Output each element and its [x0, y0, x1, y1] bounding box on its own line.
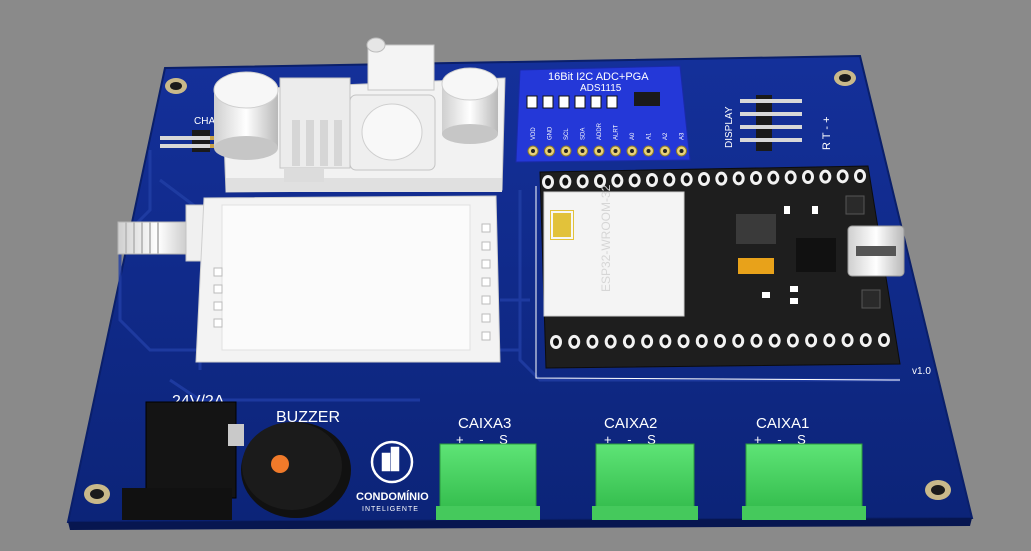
esp32-header-pin-hole — [844, 336, 851, 345]
esp32-header-pin-hole — [735, 174, 742, 183]
display-label: DISPLAY — [724, 106, 735, 148]
ads-title-line2: ADS1115 — [580, 83, 622, 94]
ads-pin-hole — [547, 149, 552, 153]
esp32-header-pin-hole — [718, 174, 725, 183]
ads-pin-hole — [646, 149, 651, 153]
terminal-block-caixa1[interactable] — [742, 443, 866, 520]
terminal-block-caixa3[interactable] — [436, 443, 540, 520]
esp32-header-pin-hole — [717, 337, 723, 345]
ads-pin-label: A3 — [680, 132, 686, 140]
esp32-header-pin-hole — [545, 178, 551, 186]
capacitor-left — [213, 71, 279, 160]
esp32-header-pin-hole — [571, 337, 578, 346]
esp32-header-pin-hole — [631, 176, 638, 185]
esp32-header-pin-hole — [787, 173, 794, 182]
esp32-header-pin-hole — [625, 337, 632, 346]
ads-pin-label: A0 — [630, 132, 636, 140]
esp32-header-pin-hole — [862, 336, 869, 345]
esp32-header-pin-hole — [839, 172, 846, 181]
ads-pin-hole — [663, 149, 667, 153]
ads-pin-label: VDD — [531, 127, 537, 140]
esp32-header-pin-hole — [607, 337, 614, 346]
caixa1-label: CAIXA1 — [756, 415, 809, 432]
ads-title-line1: 16Bit I2C ADC+PGA — [548, 71, 649, 83]
esp32-header-pin-hole — [562, 177, 569, 186]
esp32-header-pin-hole — [805, 173, 811, 181]
ads-pin-label: ADDR — [597, 122, 603, 140]
ads-pin-label: SCL — [564, 128, 570, 140]
display-pin-labels: R T - + — [821, 116, 833, 150]
ads-pin-label: A2 — [663, 132, 669, 140]
terminal-block-caixa2[interactable] — [592, 443, 698, 520]
esp32-module-text: ESP32-WROOM-32 — [599, 184, 613, 292]
esp32-header-pin-hole — [649, 176, 655, 184]
esp32-header-pin-hole — [579, 177, 586, 186]
esp32-header-pin-hole — [680, 337, 687, 346]
buzzer — [241, 422, 351, 518]
caixa3-label: CAIXA3 — [458, 415, 511, 432]
esp32-header-pin-hole — [808, 336, 815, 345]
esp32-header-pin-hole — [789, 336, 796, 345]
esp32-header-pin-hole — [753, 174, 759, 182]
ads-pin-hole — [531, 149, 535, 153]
esp32-header-pin-hole — [881, 336, 887, 344]
ads-pin-hole — [597, 149, 601, 153]
esp32-header-pin-hole — [683, 175, 690, 184]
esp32-header-pin-hole — [644, 337, 651, 346]
esp32-header-pin-hole — [589, 337, 596, 346]
esp32-header-pin-hole — [553, 338, 559, 346]
caixa2-label: CAIXA2 — [604, 415, 657, 432]
version-label: v1.0 — [912, 366, 931, 377]
esp32-header-pin-hole — [597, 177, 603, 185]
ads-pin-hole — [679, 149, 684, 153]
logo-name: CONDOMÍNIO — [356, 490, 429, 503]
pcb-3d-render: CHAVE 16Bit I2C ADC+PGA ADS1115 VDD GND SC… — [0, 0, 1031, 551]
esp32-header-pin-hole — [614, 176, 621, 185]
usb-port[interactable] — [847, 225, 905, 277]
esp32-header-pin-hole — [735, 336, 742, 345]
pcb-render-svg: CHAVE 16Bit I2C ADC+PGA ADS1115 VDD GND SC… — [66, 37, 974, 530]
ads-pin-label: A1 — [647, 132, 653, 140]
esp32-header-pin-hole — [770, 173, 777, 182]
ads-pin-label: GND — [548, 126, 554, 140]
logo-tagline: INTELIGENTE — [362, 506, 419, 513]
ads-pin-hole — [564, 149, 568, 153]
esp32-header-pin-hole — [857, 172, 863, 180]
esp32-header-pin-hole — [666, 175, 673, 184]
esp32-header-pin-hole — [662, 337, 669, 346]
ads-pin-hole — [580, 149, 585, 153]
esp32-header-pin-hole — [701, 175, 707, 183]
esp32-header-pin-hole — [771, 336, 778, 345]
ads-pin-hole — [630, 149, 634, 153]
esp32-header-pin-hole — [698, 337, 705, 346]
ads-pin-label: SDA — [581, 128, 587, 140]
esp32-wroom-module — [543, 191, 685, 317]
ads-pin-hole — [613, 149, 618, 153]
esp32-header-pin-hole — [822, 172, 829, 181]
capacitor-right — [441, 67, 499, 144]
esp32-header-pin-hole — [826, 336, 833, 345]
ads-pin-label: ALRT — [614, 124, 620, 140]
esp32-header-pin-hole — [753, 336, 760, 345]
lora-module — [195, 195, 501, 363]
